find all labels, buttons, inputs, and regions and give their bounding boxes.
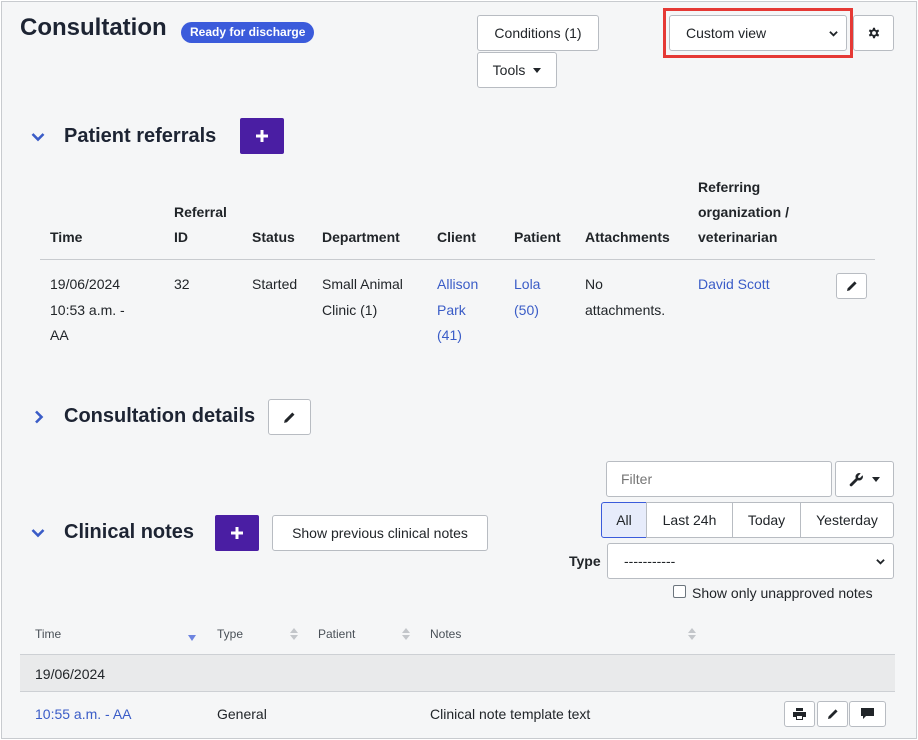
chevron-right-icon[interactable] [32, 410, 46, 424]
wrench-icon [849, 472, 863, 486]
type-label: Type [569, 553, 601, 569]
print-note-button[interactable] [784, 701, 815, 727]
notes-col-notes[interactable]: Notes [430, 627, 461, 641]
referral-department-1: Small Animal [322, 276, 403, 292]
sort-icon[interactable] [402, 628, 410, 640]
printer-icon [793, 708, 806, 720]
patient-link-2[interactable]: (50) [514, 298, 539, 324]
pencil-icon [846, 281, 857, 291]
pencil-icon [284, 412, 295, 423]
status-badge: Ready for discharge [181, 22, 315, 43]
date-group-row: 19/06/2024 [20, 654, 895, 692]
comment-note-button[interactable] [849, 701, 886, 727]
referral-department-2: Clinic (1) [322, 302, 378, 318]
referral-time-2: 10:53 a.m. - [50, 302, 125, 318]
chevron-down-icon [876, 558, 885, 565]
client-link-1[interactable]: Allison [437, 272, 478, 298]
period-yesterday[interactable]: Yesterday [800, 502, 894, 538]
filter-input[interactable] [606, 461, 832, 497]
referrals-title: Patient referrals [64, 125, 217, 147]
add-clinical-note-button[interactable] [215, 515, 259, 551]
consultation-panel: Consultation Ready for discharge Conditi… [1, 1, 917, 739]
view-select-value: Custom view [686, 25, 767, 41]
period-last-24h[interactable]: Last 24h [646, 502, 733, 538]
attachments-1: No [585, 276, 603, 292]
type-select[interactable]: ----------- [607, 543, 894, 579]
attachments-2: attachments. [585, 302, 666, 318]
col-org-2: organization / [698, 204, 789, 220]
chevron-down-icon[interactable] [31, 526, 45, 540]
unapproved-label: Show only unapproved notes [692, 585, 873, 601]
caret-down-icon [872, 476, 880, 482]
plus-icon [256, 130, 268, 142]
sort-desc-icon[interactable] [188, 632, 196, 644]
clinical-notes-title: Clinical notes [64, 521, 195, 543]
note-text: Clinical note template text [430, 706, 591, 722]
period-yesterday-label: Yesterday [816, 512, 878, 528]
notes-col-type[interactable]: Type [217, 627, 243, 641]
conditions-button[interactable]: Conditions (1) [477, 15, 599, 51]
col-org-3: veterinarian [698, 229, 778, 245]
period-today[interactable]: Today [732, 502, 801, 538]
caret-down-icon [533, 67, 542, 73]
col-client: Client [437, 229, 476, 245]
col-status: Status [252, 229, 295, 245]
date-group-label: 19/06/2024 [35, 666, 106, 682]
col-time: Time [50, 229, 83, 245]
patient-link-1[interactable]: Lola [514, 272, 540, 298]
details-title: Consultation details [64, 405, 256, 427]
page-title: Consultation [20, 14, 167, 41]
show-previous-notes-button[interactable]: Show previous clinical notes [272, 515, 488, 551]
period-all-label: All [616, 512, 632, 528]
view-select[interactable]: Custom view [669, 15, 847, 51]
referral-status: Started [252, 276, 298, 292]
add-referral-button[interactable] [240, 118, 284, 154]
client-link-3[interactable]: (41) [437, 323, 462, 349]
organization-link[interactable]: David Scott [698, 272, 770, 298]
unapproved-checkbox[interactable] [673, 585, 686, 598]
conditions-label: Conditions (1) [494, 25, 582, 41]
sort-icon[interactable] [688, 628, 696, 640]
sort-icon[interactable] [290, 628, 298, 640]
chevron-down-icon [829, 30, 838, 37]
table-divider [40, 259, 875, 260]
client-link-2[interactable]: Park [437, 298, 466, 324]
plus-icon [231, 527, 243, 539]
settings-button[interactable] [853, 15, 894, 51]
pencil-icon [827, 709, 838, 719]
col-patient: Patient [514, 229, 561, 245]
chevron-down-icon[interactable] [31, 130, 45, 144]
col-referral-id-1: Referral [174, 204, 227, 220]
edit-note-button[interactable] [817, 701, 848, 727]
edit-details-button[interactable] [268, 399, 311, 435]
col-attachments: Attachments [585, 229, 670, 245]
referral-id: 32 [174, 276, 190, 292]
col-org-1: Referring [698, 179, 761, 195]
comment-icon [861, 708, 874, 719]
edit-referral-button[interactable] [836, 273, 867, 299]
note-type: General [217, 706, 267, 722]
notes-col-patient[interactable]: Patient [318, 627, 355, 641]
notes-col-time[interactable]: Time [35, 627, 61, 641]
period-today-label: Today [747, 512, 786, 528]
type-select-value: ----------- [624, 553, 676, 569]
filter-tools-button[interactable] [835, 461, 894, 497]
col-referral-id-2: ID [174, 229, 188, 245]
note-time-link[interactable]: 10:55 a.m. - AA [35, 706, 132, 722]
gear-icon [868, 27, 879, 39]
col-department: Department [322, 229, 400, 245]
referral-time-3: AA [50, 327, 69, 343]
period-all[interactable]: All [601, 502, 647, 538]
tools-dropdown-button[interactable]: Tools [477, 52, 557, 88]
period-last-24h-label: Last 24h [662, 512, 717, 528]
tools-label: Tools [492, 62, 526, 78]
referral-time-1: 19/06/2024 [50, 276, 121, 292]
show-previous-label: Show previous clinical notes [292, 525, 468, 541]
